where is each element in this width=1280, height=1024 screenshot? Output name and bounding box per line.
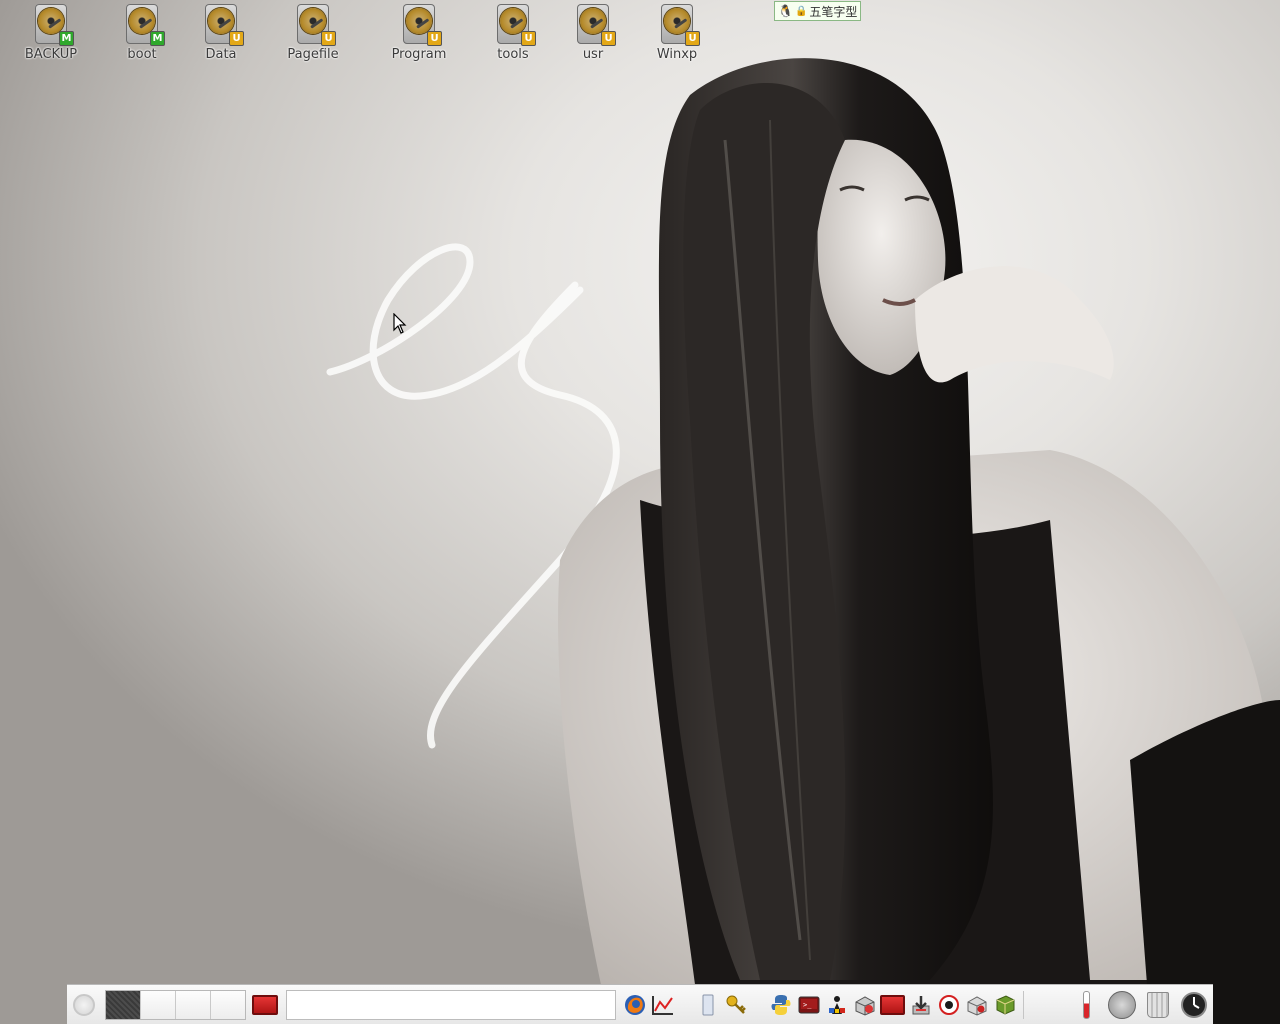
desktop-icon-winxp[interactable]: U Winxp [632,4,722,62]
mount-status-badge: M [150,31,165,46]
desktop-icon-backup[interactable]: M BACKUP [6,4,96,62]
hard-drive-icon: M [35,4,74,46]
desktop-icon-label: Pagefile [287,47,339,62]
desktop-icon-boot[interactable]: Mboot [97,4,187,62]
book-icon[interactable] [992,991,1017,1019]
clock-icon[interactable] [1179,990,1209,1020]
bottom-panel: >_ [67,984,1213,1024]
hard-drive-icon: M [126,4,165,46]
hard-drive-icon: U [403,4,442,46]
main-menu-button[interactable] [67,987,101,1023]
input-method-label: 五笔字型 [809,4,858,19]
desktop-icon-usr[interactable]: Uusr [548,4,638,62]
desktop-icon-data[interactable]: U Data [176,4,266,62]
system-tray [1071,990,1213,1020]
workspace-4[interactable] [211,990,245,1019]
task-list[interactable] [286,989,616,1020]
mount-status-badge: M [59,31,74,46]
show-desktop-icon [252,994,278,1015]
red-window-glyph [880,994,905,1015]
lock-icon: 🔒 [794,5,808,17]
cpu-gauge-icon[interactable] [1107,990,1137,1020]
qq-icon[interactable] [936,991,961,1019]
file-icon[interactable] [695,991,720,1019]
terminal-icon[interactable]: >_ [796,991,821,1019]
desktop-icon-tools[interactable]: Utools [468,4,558,62]
workspace-1[interactable] [106,990,141,1019]
keys-icon[interactable] [723,991,748,1019]
tux-icon: 🐧 [778,4,793,18]
desktop-icon-label: tools [497,47,529,62]
workspace-pager [105,989,246,1020]
firefox-icon[interactable] [622,991,647,1019]
svg-text:>_: >_ [803,1001,812,1009]
mount-status-badge: U [601,31,616,46]
desktop-icon-label: BACKUP [24,47,78,62]
hard-drive-icon: U [661,4,700,46]
system-tool-icon[interactable] [824,991,849,1019]
hard-drive-icon: U [497,4,536,46]
chart-app-icon[interactable] [650,991,675,1019]
desktop-wallpaper [326,58,1280,1024]
workspace-3[interactable] [176,990,211,1019]
mount-status-badge: U [521,31,536,46]
red-window-icon[interactable] [880,991,905,1019]
package-manager-icon[interactable] [852,991,877,1019]
python-icon[interactable] [768,991,793,1019]
desktop-icon-pagefile[interactable]: U Pagefile [268,4,358,62]
desktop-icon-label: Data [205,47,237,62]
thermometer-icon[interactable] [1071,990,1101,1020]
panel-separator [1023,990,1024,1019]
hard-drive-icon: U [205,4,244,46]
trash-icon[interactable] [1143,990,1173,1020]
hard-drive-icon: U [297,4,336,46]
download-icon[interactable] [908,991,933,1019]
mount-status-badge: U [685,31,700,46]
mouse-pointer-icon [393,313,407,334]
desktop-icon-label: Program [391,47,447,62]
workspace-2[interactable] [141,990,176,1019]
box-icon[interactable] [964,991,989,1019]
launcher-bar: >_ [622,991,1017,1019]
desktop-icon-program[interactable]: U Program [374,4,464,62]
hard-drive-icon: U [577,4,616,46]
input-method-indicator[interactable]: 🐧 🔒 五笔字型 [774,1,862,21]
show-desktop-button[interactable] [250,990,280,1020]
mount-status-badge: U [427,31,442,46]
mount-status-badge: U [229,31,244,46]
menu-icon [73,993,95,1016]
mount-status-badge: U [321,31,336,46]
desktop-icon-label: usr [582,47,604,62]
desktop-icon-label: boot [127,47,157,62]
desktop-icon-label: Winxp [656,47,698,62]
